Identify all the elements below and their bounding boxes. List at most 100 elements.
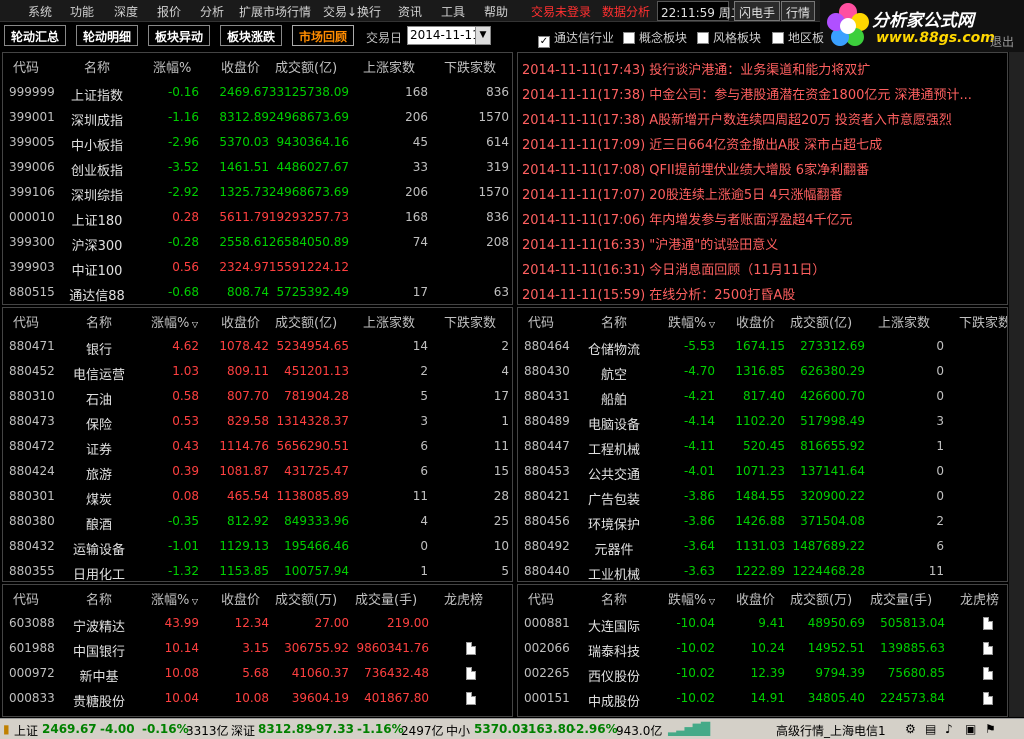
sound-icon[interactable]: ♪	[945, 722, 953, 736]
tab-sector-change[interactable]: 板块异动	[148, 25, 211, 46]
column-header[interactable]: 跌幅% ▽	[668, 312, 715, 331]
column-header[interactable]: 名称	[67, 57, 127, 76]
flag-icon[interactable]: ⚑	[985, 722, 996, 736]
column-header[interactable]: 代码	[13, 589, 39, 608]
trade-login-status[interactable]: 交易未登录	[531, 3, 591, 20]
document-icon[interactable]	[466, 667, 476, 680]
chart-icon[interactable]: ▤	[925, 722, 936, 736]
column-header[interactable]: 下跌家数	[959, 312, 1007, 331]
menu-extended-market[interactable]: 扩展市场行情	[239, 3, 311, 20]
document-icon[interactable]	[983, 692, 993, 705]
document-icon[interactable]	[466, 692, 476, 705]
trade-date-select[interactable]: 2014-11-11 ▼	[407, 26, 491, 45]
column-header[interactable]: 代码	[13, 312, 39, 331]
sort-icon[interactable]: ▽	[189, 320, 198, 329]
quote-button[interactable]: 行情	[781, 1, 816, 21]
news-item[interactable]: 2014-11-11(17:38) 中金公司：参与港股通潜在资金1800亿元 深…	[522, 84, 972, 103]
column-header[interactable]: 上涨家数	[363, 57, 415, 76]
news-item[interactable]: 2014-11-11(16:33) "沪港通"的试验田意义	[522, 234, 778, 253]
menu-function[interactable]: 功能	[70, 3, 94, 20]
menu-depth[interactable]: 深度	[114, 3, 138, 20]
document-icon[interactable]	[983, 642, 993, 655]
news-item[interactable]: 2014-11-11(17:07) 20股连续上涨逾5日 4只涨幅翻番	[522, 184, 843, 203]
menu-help[interactable]: 帮助	[484, 3, 508, 20]
tab-rotation-detail[interactable]: 轮动明细	[76, 25, 139, 46]
document-icon[interactable]	[466, 642, 476, 655]
menu-info[interactable]: 资讯	[398, 3, 422, 20]
column-header[interactable]: 代码	[528, 589, 554, 608]
menu-tools[interactable]: 工具	[441, 3, 465, 20]
cell-name: 西仪股份	[587, 670, 640, 685]
document-icon[interactable]	[983, 617, 993, 630]
sort-icon[interactable]: ▽	[706, 320, 715, 329]
sort-icon[interactable]: ▽	[189, 597, 198, 606]
checkbox-tdx-industry[interactable]: ✓ 通达信行业	[538, 29, 614, 48]
data-analysis-link[interactable]: 数据分析	[602, 3, 650, 20]
column-header[interactable]: 收盘价	[736, 589, 775, 608]
column-header[interactable]: 收盘价	[221, 57, 260, 76]
news-item[interactable]: 2014-11-11(17:06) 年内增发参与者账面浮盈超4千亿元	[522, 209, 853, 228]
news-item[interactable]: 2014-11-11(17:09) 近三日664亿资金撤出A股 深市占超七成	[522, 134, 882, 153]
column-header[interactable]: 上涨家数	[878, 312, 930, 331]
column-header[interactable]: 收盘价	[736, 312, 775, 331]
news-item[interactable]: 2014-11-11(16:31) 今日消息面回顾（11月11日）	[522, 259, 825, 278]
news-item[interactable]: 2014-11-11(17:43) 投行谈沪港通：业务渠道和能力将双扩	[522, 59, 870, 78]
cell-change: -10.04	[676, 616, 715, 630]
column-header[interactable]: 名称	[584, 589, 644, 608]
column-header[interactable]: 涨幅% ▽	[151, 589, 198, 608]
tab-market-review[interactable]: 市场回顾	[292, 25, 355, 46]
column-header[interactable]: 成交额(亿)	[275, 57, 337, 76]
checkbox-concept[interactable]: 概念板块	[623, 29, 687, 46]
column-header[interactable]: 成交量(手)	[870, 589, 932, 608]
column-header[interactable]: 龙虎榜	[960, 589, 999, 608]
menu-analysis[interactable]: 分析	[200, 3, 224, 20]
news-item[interactable]: 2014-11-11(15:59) 在线分析：2500打昏A股	[522, 284, 795, 303]
cell-up-count: 2	[420, 364, 428, 378]
column-header[interactable]: 成交额(亿)	[790, 312, 852, 331]
sort-icon[interactable]: ▽	[706, 597, 715, 606]
settings-icon[interactable]: ⚙	[905, 722, 916, 736]
exit-button[interactable]: 退出	[990, 33, 1014, 50]
column-header[interactable]: 名称	[69, 589, 129, 608]
quote-server[interactable]: 高级行情_上海电信1	[776, 722, 886, 739]
column-header[interactable]: 成交额(亿)	[275, 312, 337, 331]
document-icon[interactable]	[983, 667, 993, 680]
column-header[interactable]: 下跌家数	[444, 312, 496, 331]
column-header[interactable]: 收盘价	[221, 312, 260, 331]
cell-down-count: 614	[486, 135, 509, 149]
news-item[interactable]: 2014-11-11(17:08) QFII提前埋伏业绩大增股 6家净利翻番	[522, 159, 869, 178]
column-header[interactable]: 龙虎榜	[444, 589, 483, 608]
menu-quote[interactable]: 报价	[157, 3, 181, 20]
column-header[interactable]: 成交额(万)	[790, 589, 852, 608]
check-icon[interactable]: ✓	[538, 36, 550, 48]
column-header[interactable]: 跌幅% ▽	[668, 589, 715, 608]
menu-system[interactable]: 系统	[28, 3, 52, 20]
chevron-down-icon[interactable]: ▼	[475, 27, 490, 44]
menu-trade[interactable]: 交易↓换行	[323, 3, 381, 20]
cell-close: 817.40	[743, 389, 785, 403]
column-header[interactable]: 成交量(手)	[355, 589, 417, 608]
news-item[interactable]: 2014-11-11(17:38) A股新增开户数连续四周超20万 投资者入市意…	[522, 109, 952, 128]
column-header[interactable]: 代码	[13, 57, 39, 76]
tab-rotation-summary[interactable]: 轮动汇总	[4, 25, 67, 46]
monitor-icon[interactable]: ▣	[965, 722, 976, 736]
flash-trade-button[interactable]: 闪电手	[734, 1, 781, 21]
scrollbar[interactable]	[1009, 52, 1024, 717]
column-header[interactable]: 收盘价	[221, 589, 260, 608]
column-header[interactable]: 名称	[584, 312, 644, 331]
column-header[interactable]: 成交额(万)	[275, 589, 337, 608]
checkbox-style[interactable]: 风格板块	[697, 29, 761, 46]
column-header[interactable]: 涨幅% ▽	[151, 312, 198, 331]
column-header[interactable]: 涨幅%	[153, 57, 191, 76]
cell-close: 465.54	[227, 489, 269, 503]
cell-close: 1071.23	[735, 464, 785, 478]
column-header[interactable]: 下跌家数	[444, 57, 496, 76]
checkbox-region[interactable]: 地区板	[772, 29, 824, 46]
cell-name: 工程机械	[587, 443, 640, 458]
tab-sector-updown[interactable]: 板块涨跌	[220, 25, 283, 46]
cell-amount: 426600.70	[800, 389, 865, 403]
column-header[interactable]: 代码	[528, 312, 554, 331]
sh-change: -4.00	[100, 722, 135, 736]
column-header[interactable]: 上涨家数	[363, 312, 415, 331]
column-header[interactable]: 名称	[69, 312, 129, 331]
